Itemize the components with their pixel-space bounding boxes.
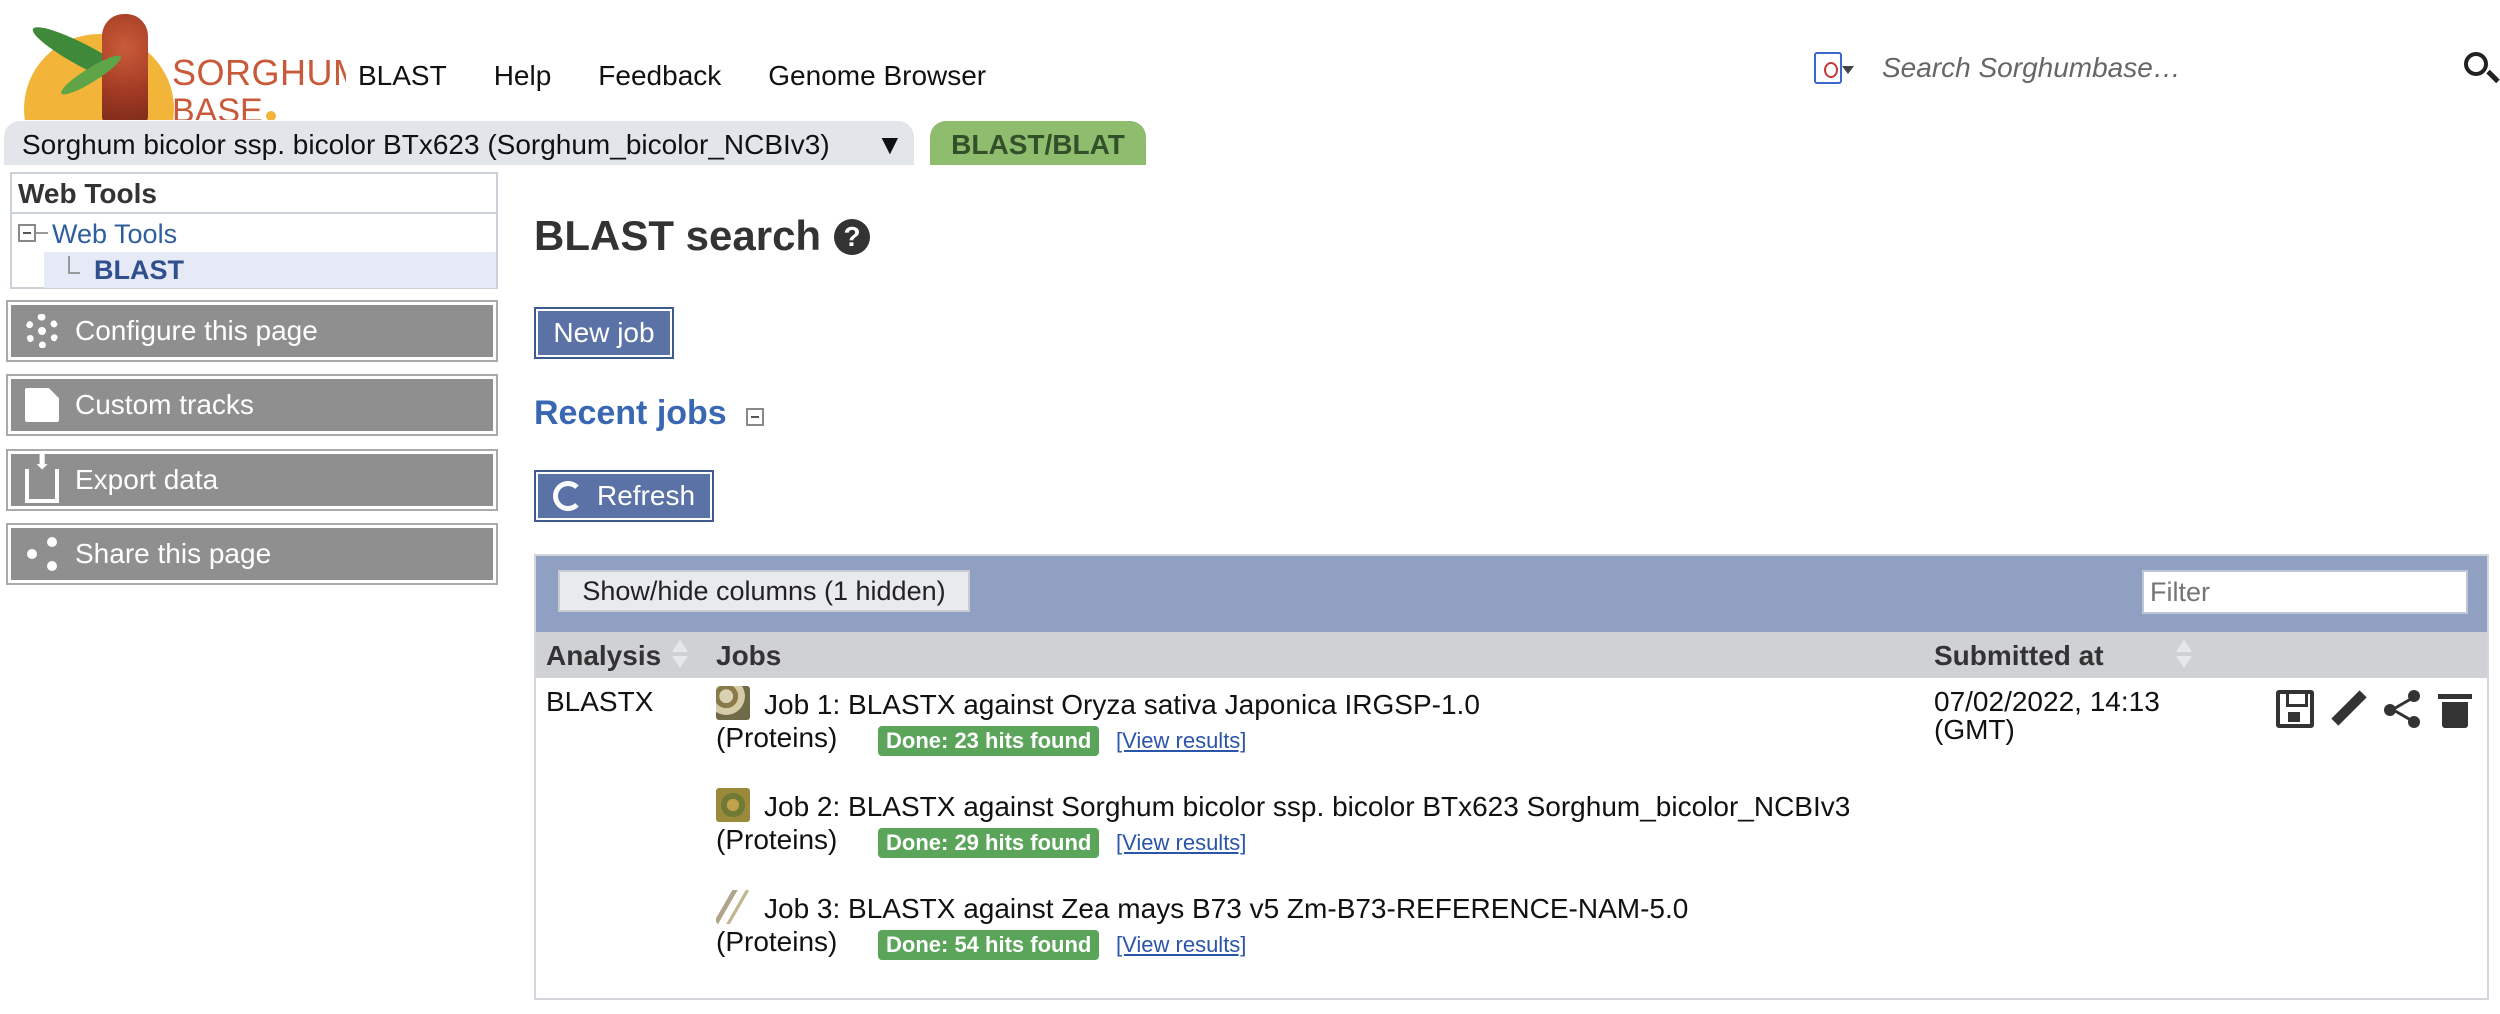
sort-submitted-icon[interactable] [2176,640,2192,670]
logo-text-line1: SORGHUM [172,52,346,93]
job-3-title-text: Job 3: BLASTX against Zea mays B73 v5 Zm… [764,893,1689,924]
site-header: SORGHUM BASE BLAST Help Feedback Genome … [0,0,2500,120]
logo-text-line2: BASE [172,92,263,120]
job-1-view-results-link[interactable]: [View results] [1116,728,1246,754]
new-job-button[interactable]: New job [534,307,674,359]
configure-page-label: Configure this page [75,315,318,346]
job-3-title: Job 3: BLASTX against Zea mays B73 v5 Zm… [716,890,1688,925]
sort-analysis-icon[interactable] [672,640,688,670]
job-2-type: (Proteins) [716,824,838,855]
table-toolbar: Show/hide columns (1 hidden) [536,556,2487,632]
recent-jobs-heading: Recent jobs [534,394,727,432]
job-1-title: Job 1: BLASTX against Oryza sativa Japon… [716,686,1480,721]
filter-input[interactable] [2142,570,2468,614]
tree-title: Web Tools [12,174,496,214]
share-page-button[interactable]: Share this page [6,523,498,585]
nav-blast[interactable]: BLAST [358,60,447,92]
custom-tracks-button[interactable]: Custom tracks [6,374,498,436]
species-thumbnail-icon [716,686,750,720]
job-2-view-results-link[interactable]: [View results] [1116,830,1246,856]
job-1-type: (Proteins) [716,722,838,753]
page-title: BLAST search [534,212,822,259]
help-icon[interactable]: ? [834,219,870,255]
tree-item-web-tools[interactable]: Web Tools [12,216,496,252]
nav-feedback[interactable]: Feedback [598,60,721,92]
job-1-title-text: Job 1: BLASTX against Oryza sativa Japon… [764,689,1480,720]
export-data-button[interactable]: Export data [6,449,498,511]
configure-page-button[interactable]: Configure this page [6,300,498,362]
dropdown-arrow-icon[interactable]: ▼ [876,129,904,161]
job-1-status-badge: Done: 23 hits found [878,726,1100,756]
refresh-icon [552,481,583,511]
share-icon [25,537,59,571]
top-nav: BLAST Help Feedback Genome Browser [358,60,986,92]
tree-item-blast[interactable]: BLAST [44,252,496,288]
show-hide-columns-button[interactable]: Show/hide columns (1 hidden) [558,570,970,612]
caret-down-icon [1842,66,1854,74]
share-icon[interactable] [2384,690,2422,728]
edit-icon[interactable] [2330,690,2368,728]
column-header-submitted-at[interactable]: Submitted at [1934,640,2104,672]
job-3-view-results-link[interactable]: [View results] [1116,932,1246,958]
nav-help[interactable]: Help [494,60,552,92]
table-header: Analysis Jobs Submitted at [536,632,2487,678]
site-search [1812,48,2500,92]
tree-elbow-connector [68,256,80,274]
job-3-status-badge: Done: 54 hits found [878,930,1100,960]
nav-genome-browser[interactable]: Genome Browser [768,60,986,92]
search-input[interactable] [1882,48,2422,88]
new-job-label: New job [538,311,670,355]
recent-jobs-table: Show/hide columns (1 hidden) Analysis Jo… [534,554,2489,1000]
job-3-type: (Proteins) [716,926,838,957]
species-thumbnail-icon [716,788,750,822]
share-page-label: Share this page [75,538,272,569]
search-scope-icon [1814,52,1842,84]
search-scope-dropdown[interactable] [1812,50,1854,86]
sorghumbase-logo[interactable]: SORGHUM BASE [16,8,346,120]
collapse-recent-jobs-icon[interactable] [746,408,764,426]
job-2-status-badge: Done: 29 hits found [878,828,1100,858]
species-selector-tab[interactable]: Sorghum bicolor ssp. bicolor BTx623 (Sor… [4,121,914,165]
search-icon[interactable] [2462,48,2500,88]
logo-dot [266,111,276,120]
export-data-label: Export data [75,464,219,495]
tree-item-blast-label: BLAST [94,255,184,285]
refresh-label: Refresh [596,480,696,511]
species-thumbnail-icon [716,890,750,924]
save-icon[interactable] [2276,690,2314,728]
export-icon [25,449,59,503]
job-2-title: Job 2: BLASTX against Sorghum bicolor ss… [716,788,1850,823]
job-2-title-text: Job 2: BLASTX against Sorghum bicolor ss… [764,791,1851,822]
column-header-jobs[interactable]: Jobs [716,640,781,672]
custom-tracks-label: Custom tracks [75,389,254,420]
delete-icon[interactable] [2436,690,2474,728]
custom-tracks-icon [25,388,59,422]
gear-icon [25,314,59,348]
submitted-timezone: (GMT) [1934,714,2015,745]
refresh-button[interactable]: Refresh [534,470,714,522]
analysis-cell: BLASTX [546,686,654,717]
species-label: Sorghum bicolor ssp. bicolor BTx623 (Sor… [22,129,830,160]
web-tools-tree: Web Tools Web Tools BLAST [10,172,498,289]
column-header-analysis[interactable]: Analysis [546,640,661,672]
tab-blast-blat[interactable]: BLAST/BLAT [930,121,1146,165]
